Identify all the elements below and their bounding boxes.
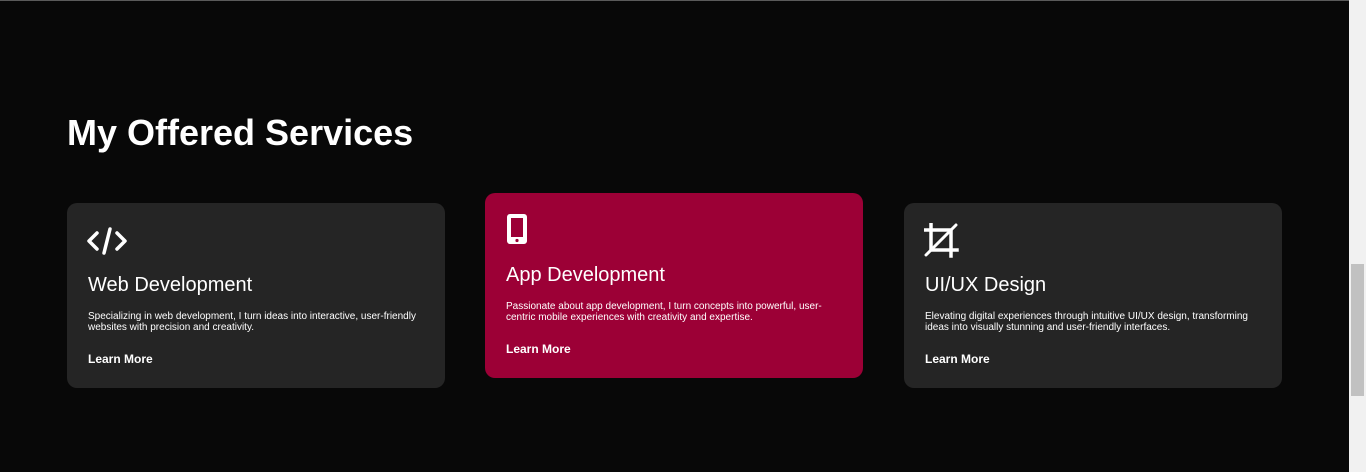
learn-more-link[interactable]: Learn More [925,352,990,366]
service-title: App Development [506,264,665,286]
service-description: Passionate about app development, I turn… [506,301,822,323]
service-description: Elevating digital experiences through in… [925,311,1248,333]
services-section: My Offered Services Web Development Spec… [0,0,1349,472]
service-title: UI/UX Design [925,274,1047,296]
scrollbar-thumb[interactable] [1351,264,1364,396]
crop-icon [923,222,964,259]
service-title: Web Development [88,274,253,296]
learn-more-link[interactable]: Learn More [506,342,571,356]
section-title: My Offered Services [67,112,414,153]
code-icon [87,223,127,259]
learn-more-link[interactable]: Learn More [88,352,153,366]
service-card-app-development[interactable]: App Development Passionate about app dev… [485,193,863,378]
service-card-ui-ux-design[interactable]: UI/UX Design Elevating digital experienc… [904,203,1282,388]
mobile-phone-icon [505,213,545,249]
service-card-web-development[interactable]: Web Development Specializing in web deve… [67,203,445,388]
service-description: Specializing in web development, I turn … [88,311,416,333]
vertical-scrollbar[interactable] [1349,0,1366,472]
